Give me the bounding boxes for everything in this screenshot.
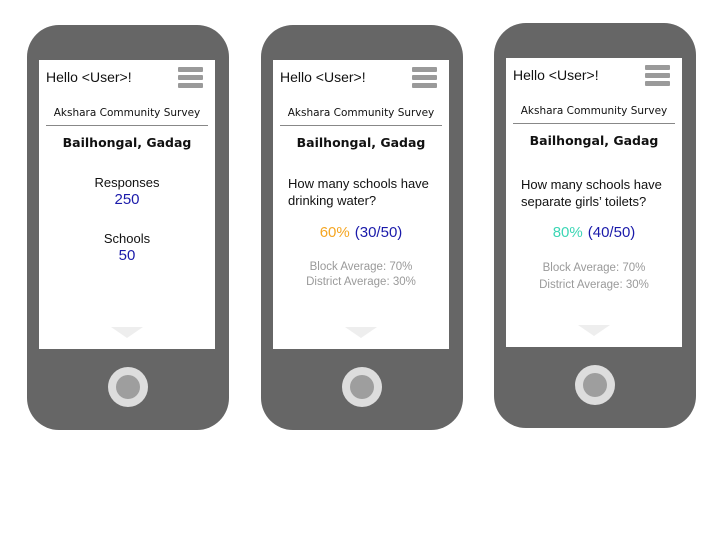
result-line: 60% (30/50) <box>273 224 449 241</box>
result-fraction: (30/50) <box>354 224 403 241</box>
responses-label: Responses <box>94 175 160 190</box>
divider <box>513 123 675 124</box>
block-average: Block Average: 70% <box>309 261 413 273</box>
divider <box>46 125 208 126</box>
survey-question: How many schools have separate girls’ to… <box>521 177 662 209</box>
survey-title: Akshara Community Survey <box>287 107 435 119</box>
greeting: Hello <User>! <box>280 69 366 85</box>
divider <box>280 125 442 126</box>
phone-1: Hello <User>! Akshara Community Survey B… <box>27 25 229 430</box>
location-title: Bailhongal, Gadag <box>296 135 426 150</box>
phone-screen: Hello <User>! Akshara Community Survey B… <box>39 60 215 349</box>
scroll-down-arrow-icon[interactable] <box>111 327 143 338</box>
block-average: Block Average: 70% <box>542 262 646 274</box>
phone-screen: Hello <User>! Akshara Community Survey B… <box>273 60 449 349</box>
greeting: Hello <User>! <box>513 67 599 83</box>
result-fraction: (40/50) <box>587 224 636 241</box>
home-button-icon <box>350 375 374 399</box>
location-title: Bailhongal, Gadag <box>529 133 659 148</box>
schools-value: 50 <box>118 247 136 264</box>
home-button-icon <box>116 375 140 399</box>
result-line: 80% (40/50) <box>506 224 682 241</box>
phone-2: Hello <User>! Akshara Community Survey B… <box>261 25 463 430</box>
location-title: Bailhongal, Gadag <box>62 135 192 150</box>
district-average: District Average: 30% <box>539 279 649 291</box>
phone-screen: Hello <User>! Akshara Community Survey B… <box>506 58 682 347</box>
survey-question: How many schools have drinking water? <box>288 176 429 208</box>
home-button[interactable] <box>575 365 615 405</box>
scroll-down-arrow-icon[interactable] <box>578 325 610 336</box>
survey-title: Akshara Community Survey <box>53 107 201 119</box>
greeting: Hello <User>! <box>46 69 132 85</box>
survey-title: Akshara Community Survey <box>520 105 668 117</box>
result-percent: 80% <box>552 224 583 241</box>
schools-label: Schools <box>103 231 151 246</box>
scroll-down-arrow-icon[interactable] <box>345 327 377 338</box>
result-percent: 60% <box>319 224 350 241</box>
responses-value: 250 <box>114 191 140 208</box>
hamburger-menu-icon[interactable] <box>178 67 203 88</box>
phone-3: Hello <User>! Akshara Community Survey B… <box>494 23 696 428</box>
home-button[interactable] <box>342 367 382 407</box>
home-button-icon <box>583 373 607 397</box>
hamburger-menu-icon[interactable] <box>645 65 670 86</box>
district-average: District Average: 30% <box>306 276 416 288</box>
hamburger-menu-icon[interactable] <box>412 67 437 88</box>
home-button[interactable] <box>108 367 148 407</box>
